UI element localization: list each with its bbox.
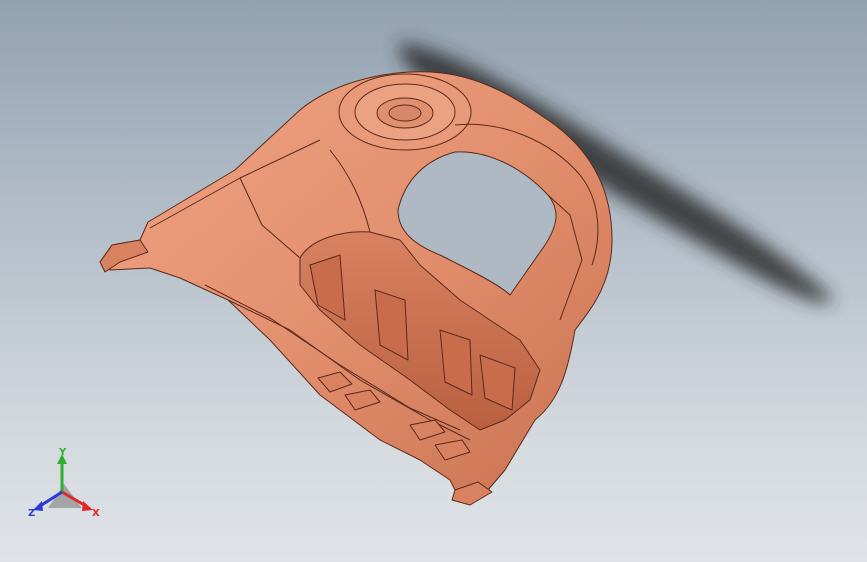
z-axis-label: Z: [28, 508, 35, 519]
y-axis-label: Y: [58, 448, 67, 458]
model-view[interactable]: [0, 0, 867, 562]
graphics-viewport[interactable]: Y X Z: [0, 0, 867, 562]
x-axis-label: X: [92, 508, 100, 519]
cad-part[interactable]: [99, 71, 613, 506]
speaker-ring-center: [388, 104, 422, 122]
axis-triad: Y X Z: [28, 448, 100, 519]
